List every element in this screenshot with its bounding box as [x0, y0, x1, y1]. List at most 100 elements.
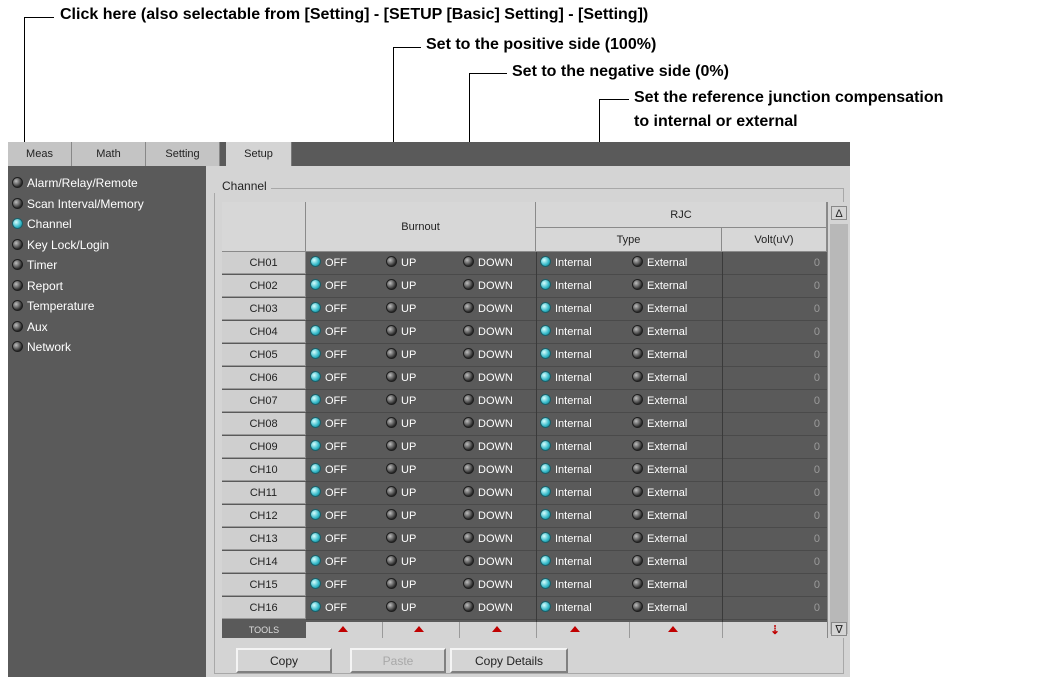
vertical-scrollbar[interactable]: Δ ∇	[827, 202, 850, 638]
option-down[interactable]: DOWN	[463, 252, 513, 274]
option-external[interactable]: External	[632, 505, 687, 527]
volt-value[interactable]: 0	[722, 321, 826, 343]
option-down[interactable]: DOWN	[463, 436, 513, 458]
option-down[interactable]: DOWN	[463, 298, 513, 320]
option-down[interactable]: DOWN	[463, 551, 513, 573]
option-down[interactable]: DOWN	[463, 505, 513, 527]
option-external[interactable]: External	[632, 574, 687, 596]
sort-burnout-up-icon[interactable]	[414, 626, 424, 632]
tab-setting[interactable]: Setting	[146, 142, 220, 166]
option-off[interactable]: OFF	[310, 413, 347, 435]
volt-value[interactable]: 0	[722, 597, 826, 619]
option-off[interactable]: OFF	[310, 344, 347, 366]
option-internal[interactable]: Internal	[540, 505, 592, 527]
option-up[interactable]: UP	[386, 574, 416, 596]
option-off[interactable]: OFF	[310, 298, 347, 320]
option-down[interactable]: DOWN	[463, 367, 513, 389]
option-off[interactable]: OFF	[310, 436, 347, 458]
sort-burnout-off-icon[interactable]	[338, 626, 348, 632]
option-internal[interactable]: Internal	[540, 390, 592, 412]
option-up[interactable]: UP	[386, 344, 416, 366]
sort-rjc-external-icon[interactable]	[668, 626, 678, 632]
option-external[interactable]: External	[632, 551, 687, 573]
option-up[interactable]: UP	[386, 367, 416, 389]
tools-label[interactable]: TOOLS	[222, 622, 306, 638]
option-up[interactable]: UP	[386, 505, 416, 527]
volt-value[interactable]: 0	[722, 344, 826, 366]
option-internal[interactable]: Internal	[540, 436, 592, 458]
option-off[interactable]: OFF	[310, 482, 347, 504]
option-external[interactable]: External	[632, 321, 687, 343]
volt-value[interactable]: 0	[722, 505, 826, 527]
option-up[interactable]: UP	[386, 528, 416, 550]
option-internal[interactable]: Internal	[540, 551, 592, 573]
option-internal[interactable]: Internal	[540, 252, 592, 274]
option-down[interactable]: DOWN	[463, 574, 513, 596]
volt-value[interactable]: 0	[722, 252, 826, 274]
sidebar-item[interactable]: Report	[12, 277, 63, 295]
option-external[interactable]: External	[632, 459, 687, 481]
volt-value[interactable]: 0	[722, 528, 826, 550]
option-internal[interactable]: Internal	[540, 597, 592, 619]
option-off[interactable]: OFF	[310, 505, 347, 527]
option-internal[interactable]: Internal	[540, 528, 592, 550]
option-off[interactable]: OFF	[310, 390, 347, 412]
volt-value[interactable]: 0	[722, 275, 826, 297]
option-internal[interactable]: Internal	[540, 321, 592, 343]
tab-math[interactable]: Math	[72, 142, 146, 166]
sort-rjc-internal-icon[interactable]	[570, 626, 580, 632]
option-down[interactable]: DOWN	[463, 597, 513, 619]
option-up[interactable]: UP	[386, 390, 416, 412]
option-off[interactable]: OFF	[310, 459, 347, 481]
option-external[interactable]: External	[632, 482, 687, 504]
option-internal[interactable]: Internal	[540, 298, 592, 320]
option-down[interactable]: DOWN	[463, 528, 513, 550]
option-external[interactable]: External	[632, 390, 687, 412]
option-off[interactable]: OFF	[310, 574, 347, 596]
option-down[interactable]: DOWN	[463, 321, 513, 343]
option-up[interactable]: UP	[386, 551, 416, 573]
volt-value[interactable]: 0	[722, 574, 826, 596]
option-internal[interactable]: Internal	[540, 459, 592, 481]
scroll-up-icon[interactable]: Δ	[831, 206, 847, 220]
option-external[interactable]: External	[632, 597, 687, 619]
sidebar-item[interactable]: Temperature	[12, 297, 94, 315]
option-off[interactable]: OFF	[310, 252, 347, 274]
option-down[interactable]: DOWN	[463, 482, 513, 504]
option-up[interactable]: UP	[386, 597, 416, 619]
volt-value[interactable]: 0	[722, 551, 826, 573]
option-up[interactable]: UP	[386, 413, 416, 435]
option-internal[interactable]: Internal	[540, 344, 592, 366]
option-internal[interactable]: Internal	[540, 482, 592, 504]
option-up[interactable]: UP	[386, 482, 416, 504]
paste-button[interactable]: Paste	[350, 648, 446, 673]
option-internal[interactable]: Internal	[540, 413, 592, 435]
option-down[interactable]: DOWN	[463, 413, 513, 435]
option-up[interactable]: UP	[386, 298, 416, 320]
sidebar-item[interactable]: Alarm/Relay/Remote	[12, 174, 138, 192]
option-up[interactable]: UP	[386, 436, 416, 458]
option-up[interactable]: UP	[386, 252, 416, 274]
volt-value[interactable]: 0	[722, 413, 826, 435]
option-external[interactable]: External	[632, 413, 687, 435]
option-internal[interactable]: Internal	[540, 367, 592, 389]
volt-tool-icon[interactable]: ⇣	[770, 622, 780, 638]
sidebar-item[interactable]: Scan Interval/Memory	[12, 195, 144, 213]
option-down[interactable]: DOWN	[463, 275, 513, 297]
tab-meas[interactable]: Meas	[8, 142, 72, 166]
option-internal[interactable]: Internal	[540, 574, 592, 596]
volt-value[interactable]: 0	[722, 298, 826, 320]
option-internal[interactable]: Internal	[540, 275, 592, 297]
tab-setup[interactable]: Setup	[226, 142, 292, 169]
volt-value[interactable]: 0	[722, 390, 826, 412]
option-up[interactable]: UP	[386, 459, 416, 481]
copy-button[interactable]: Copy	[236, 648, 332, 673]
option-external[interactable]: External	[632, 252, 687, 274]
option-external[interactable]: External	[632, 528, 687, 550]
volt-value[interactable]: 0	[722, 367, 826, 389]
volt-value[interactable]: 0	[722, 482, 826, 504]
option-down[interactable]: DOWN	[463, 459, 513, 481]
option-off[interactable]: OFF	[310, 321, 347, 343]
sidebar-item[interactable]: Key Lock/Login	[12, 236, 109, 254]
option-external[interactable]: External	[632, 298, 687, 320]
